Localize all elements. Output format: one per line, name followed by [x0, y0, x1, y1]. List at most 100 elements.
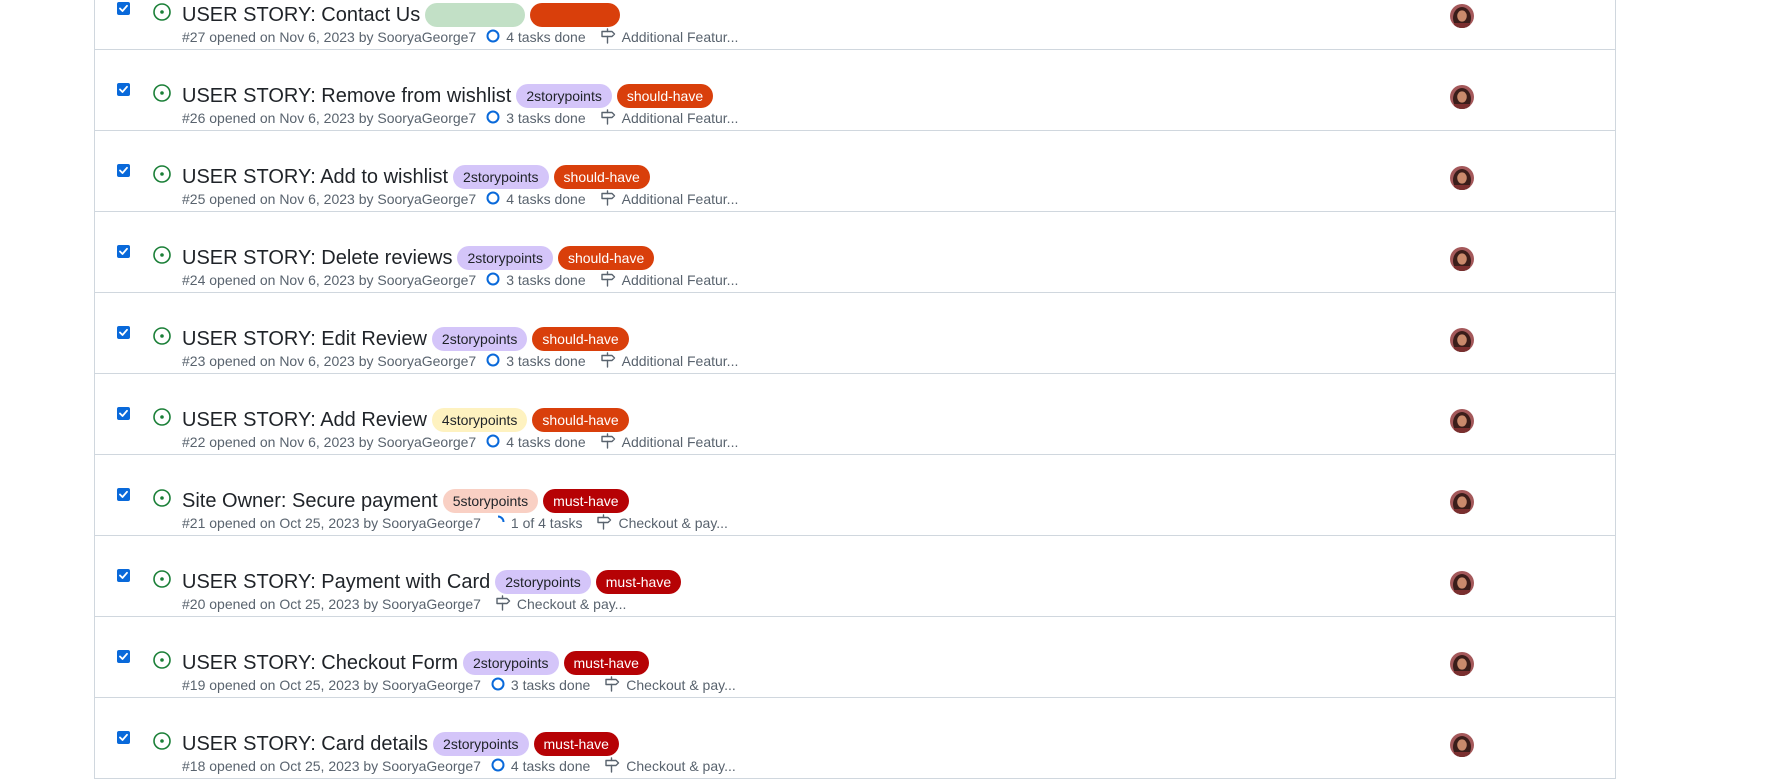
issue-milestone[interactable]: Additional Featur...: [600, 189, 739, 209]
issue-label[interactable]: must-have: [533, 732, 619, 756]
issue-meta-text: #21 opened on Oct 25, 2023 by SooryaGeor…: [182, 515, 481, 531]
milestone-icon: [600, 432, 622, 452]
issue-label[interactable]: 4storypoints: [431, 408, 528, 432]
issue-row-8[interactable]: USER STORY: Checkout Form 2storypoints mu…: [95, 617, 1615, 698]
issue-label[interactable]: 2storypoints: [457, 246, 553, 270]
assignee-avatar[interactable]: [1450, 571, 1474, 595]
issue-row-6[interactable]: Site Owner: Secure payment 5storypoints m…: [95, 455, 1615, 536]
issue-title-line: Site Owner: Secure payment 5storypoints m…: [182, 488, 634, 514]
assignee-avatar[interactable]: [1450, 247, 1474, 271]
issue-checkbox[interactable]: [117, 83, 130, 96]
issue-label[interactable]: must-have: [563, 651, 649, 675]
issue-label[interactable]: should-have: [553, 165, 650, 189]
issue-labels: 2storypoints must-have: [463, 651, 654, 675]
issue-tasks: 3 tasks done: [486, 110, 586, 127]
issue-milestone[interactable]: Additional Featur...: [600, 27, 738, 47]
issue-milestone[interactable]: Checkout & pay...: [495, 594, 626, 614]
issue-row-9[interactable]: USER STORY: Card details 2storypoints mus…: [95, 698, 1615, 779]
issue-tasks: 4 tasks done: [486, 191, 586, 208]
issue-title-line: USER STORY: Contact Us: [182, 2, 625, 28]
issue-row-0[interactable]: USER STORY: Contact Us #27 opened on Nov…: [95, 0, 1615, 50]
assignee-avatar[interactable]: [1450, 652, 1474, 676]
issue-title-link[interactable]: USER STORY: Card details: [182, 731, 428, 757]
tasks-text: 4 tasks done: [506, 191, 586, 207]
issue-title-link[interactable]: USER STORY: Add to wishlist: [182, 164, 448, 190]
issue-title-link[interactable]: Site Owner: Secure payment: [182, 488, 438, 514]
issue-label[interactable]: 2storypoints: [495, 570, 591, 594]
issue-label[interactable]: 2storypoints: [463, 651, 559, 675]
issue-checkbox[interactable]: [117, 245, 130, 258]
assignee-avatar[interactable]: [1450, 85, 1474, 109]
issue-milestone[interactable]: Checkout & pay...: [604, 675, 736, 695]
issue-checkbox[interactable]: [117, 2, 130, 15]
issue-open-icon: [152, 569, 172, 589]
milestone-text: Checkout & pay...: [626, 677, 736, 693]
milestone-icon: [604, 756, 626, 776]
issue-milestone[interactable]: Additional Featur...: [600, 108, 738, 128]
tasks-progress-icon: [486, 272, 506, 289]
issue-title-link[interactable]: USER STORY: Remove from wishlist: [182, 83, 511, 109]
assignee-avatar[interactable]: [1450, 4, 1474, 28]
issue-meta: #27 opened on Nov 6, 2023 by SooryaGeorg…: [182, 27, 738, 47]
issue-meta-text: #27 opened on Nov 6, 2023 by SooryaGeorg…: [182, 29, 477, 45]
issue-milestone[interactable]: Additional Featur...: [600, 432, 738, 452]
issue-milestone[interactable]: Checkout & pay...: [604, 756, 736, 776]
issue-label[interactable]: [530, 3, 621, 27]
issue-row-5[interactable]: USER STORY: Add Review 4storypoints shoul…: [95, 374, 1615, 455]
assignee-avatar[interactable]: [1450, 490, 1474, 514]
issue-label[interactable]: should-have: [557, 246, 655, 270]
issue-checkbox[interactable]: [117, 650, 130, 663]
issue-title-link[interactable]: USER STORY: Delete reviews: [182, 245, 452, 271]
issue-label[interactable]: should-have: [532, 327, 629, 351]
assignee-avatar[interactable]: [1450, 328, 1474, 352]
issue-title-line: USER STORY: Remove from wishlist 2storyp…: [182, 83, 718, 109]
issue-row-2[interactable]: USER STORY: Add to wishlist 2storypoints…: [95, 131, 1615, 212]
assignee-avatar[interactable]: [1450, 409, 1474, 433]
issue-checkbox[interactable]: [117, 326, 130, 339]
issue-checkbox[interactable]: [117, 164, 130, 177]
issue-meta-text: #20 opened on Oct 25, 2023 by SooryaGeor…: [182, 596, 481, 612]
issue-label[interactable]: [425, 3, 526, 27]
issue-title-link[interactable]: USER STORY: Add Review: [182, 407, 427, 433]
issue-checkbox[interactable]: [117, 731, 130, 744]
assignee-avatar[interactable]: [1450, 166, 1474, 190]
assignee-avatar[interactable]: [1450, 733, 1474, 757]
issue-milestone[interactable]: Additional Featur...: [600, 270, 739, 290]
issue-meta: #18 opened on Oct 25, 2023 by SooryaGeor…: [182, 756, 736, 776]
issue-meta: #23 opened on Nov 6, 2023 by SooryaGeorg…: [182, 351, 738, 371]
tasks-text: 3 tasks done: [506, 272, 586, 288]
issue-milestone[interactable]: Additional Featur...: [600, 351, 738, 371]
issue-row-7[interactable]: USER STORY: Payment with Card 2storypoin…: [95, 536, 1615, 617]
tasks-text: 4 tasks done: [510, 758, 591, 774]
milestone-icon: [600, 351, 622, 371]
issue-row-3[interactable]: USER STORY: Delete reviews 2storypoints s…: [95, 212, 1615, 293]
issue-label[interactable]: should-have: [616, 84, 714, 108]
milestone-text: Additional Featur...: [621, 272, 739, 288]
issue-row-4[interactable]: USER STORY: Edit Review 2storypoints shou…: [95, 293, 1615, 374]
issue-label[interactable]: 5storypoints: [442, 489, 539, 513]
issue-title-line: USER STORY: Checkout Form 2storypoints mu…: [182, 650, 654, 676]
issue-label[interactable]: 2storypoints: [433, 732, 529, 756]
issue-label[interactable]: 2storypoints: [431, 327, 528, 351]
issue-label[interactable]: 2storypoints: [516, 84, 612, 108]
issue-row-1[interactable]: USER STORY: Remove from wishlist 2storyp…: [95, 50, 1615, 131]
tasks-text: 3 tasks done: [506, 353, 586, 369]
issue-labels: 2storypoints must-have: [495, 570, 686, 594]
issue-meta-text: #23 opened on Nov 6, 2023 by SooryaGeorg…: [182, 353, 477, 369]
issue-title-link[interactable]: USER STORY: Contact Us: [182, 2, 420, 28]
issue-title-link[interactable]: USER STORY: Payment with Card: [182, 569, 490, 595]
issue-label[interactable]: must-have: [543, 489, 629, 513]
milestone-icon: [600, 189, 622, 209]
issue-title-link[interactable]: USER STORY: Checkout Form: [182, 650, 458, 676]
issue-open-icon: [152, 407, 172, 427]
issue-title-link[interactable]: USER STORY: Edit Review: [182, 326, 427, 352]
issue-label[interactable]: must-have: [595, 570, 682, 594]
milestone-text: Additional Featur...: [621, 191, 739, 207]
issue-milestone[interactable]: Checkout & pay...: [596, 513, 728, 533]
issue-label[interactable]: should-have: [532, 408, 629, 432]
issue-checkbox[interactable]: [117, 569, 130, 582]
issue-label[interactable]: 2storypoints: [453, 165, 549, 189]
issue-checkbox[interactable]: [117, 488, 130, 501]
issue-checkbox[interactable]: [117, 407, 130, 420]
issue-tasks: 4 tasks done: [486, 29, 586, 46]
